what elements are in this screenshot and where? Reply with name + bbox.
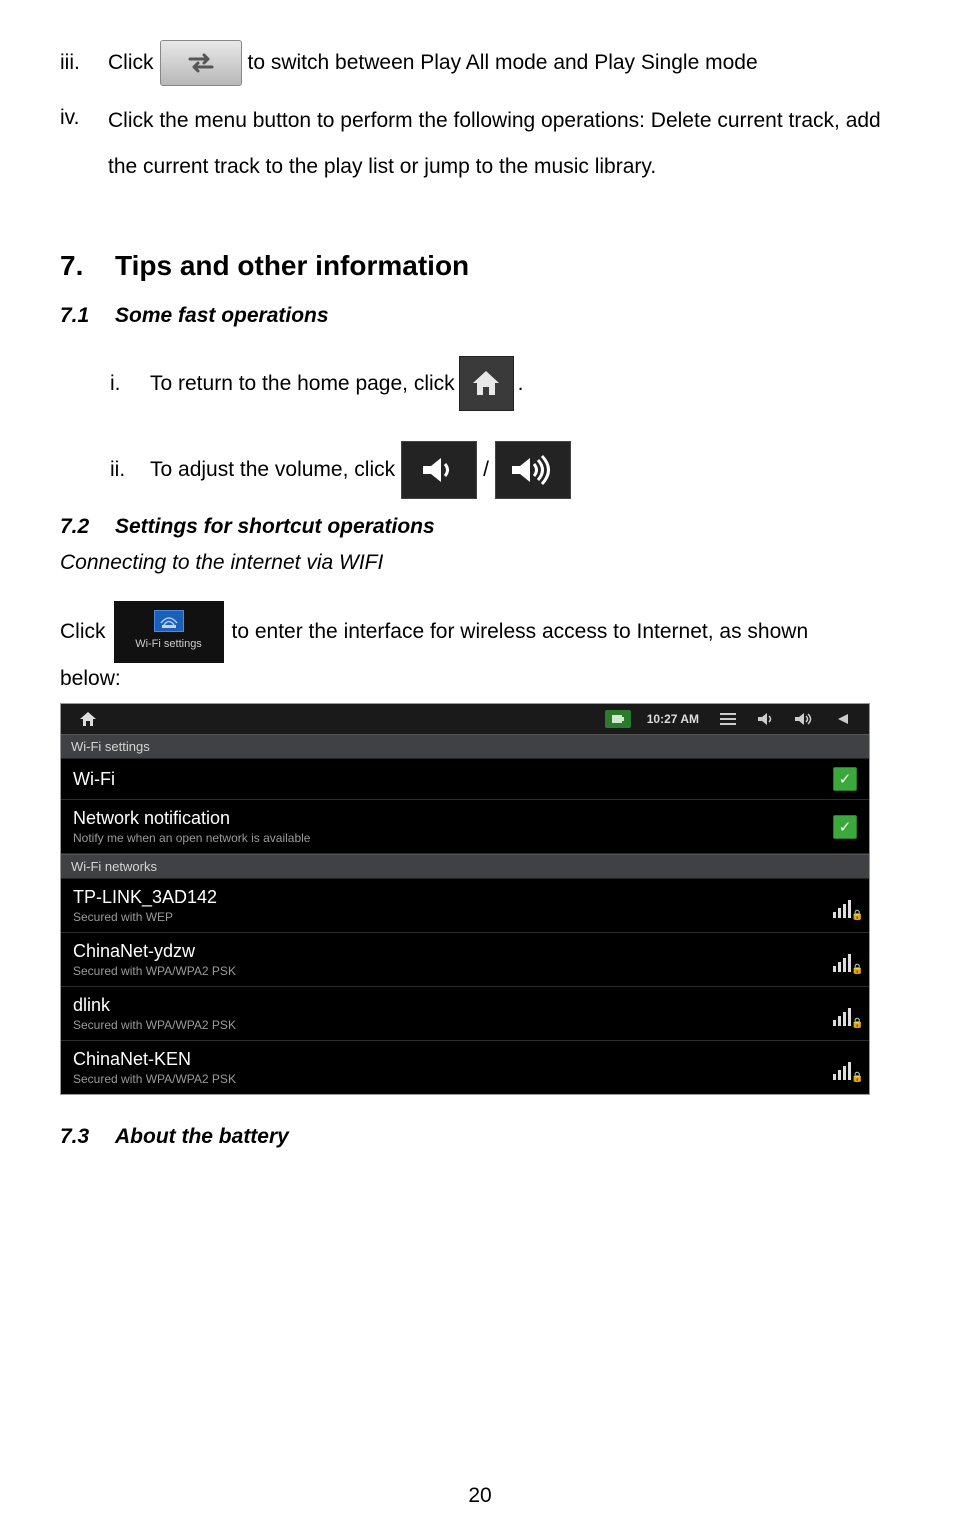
list-item-iii: iii. Click to switch between Play All mo… <box>60 40 900 86</box>
vol-up-icon <box>791 710 817 728</box>
list-item-iv: iv. Click the menu button to perform the… <box>60 98 900 200</box>
click-wifi-line: Click Wi-Fi settings to enter the interf… <box>60 601 900 663</box>
swap-mode-icon <box>160 40 242 86</box>
status-time: 10:27 AM <box>647 712 699 726</box>
heading-title: About the battery <box>115 1125 289 1149</box>
network-security: Secured with WEP <box>73 910 827 924</box>
status-bar: 10:27 AM <box>61 704 869 734</box>
checkbox-checked-icon[interactable]: ✓ <box>833 815 857 839</box>
heading-number: 7.2 <box>60 515 115 539</box>
text: Click <box>60 612 106 652</box>
heading-number: 7. <box>60 250 115 282</box>
heading-title: Some fast operations <box>115 304 329 328</box>
wifi-signal-lock-icon: 🔒 <box>827 948 857 972</box>
vol-down-icon <box>753 710 779 728</box>
list-item-ii: ii. To adjust the volume, click / <box>110 441 900 499</box>
text: To return to the home page, click <box>150 364 455 404</box>
text: below: <box>60 667 900 691</box>
heading-7-2: 7.2 Settings for shortcut operations <box>60 515 900 539</box>
heading-7-3: 7.3 About the battery <box>60 1125 900 1149</box>
list-numeral: i. <box>110 364 150 404</box>
text: . <box>518 364 524 404</box>
section-header-wifi-networks: Wi-Fi networks <box>61 854 869 879</box>
checkbox-checked-icon[interactable]: ✓ <box>833 767 857 791</box>
menu-icon <box>715 710 741 728</box>
list-numeral: ii. <box>110 450 150 490</box>
network-name: dlink <box>73 995 827 1016</box>
wifi-settings-label: Wi-Fi settings <box>135 634 202 655</box>
row-network-notification[interactable]: Network notification Notify me when an o… <box>61 800 869 854</box>
text: / <box>483 450 489 490</box>
wifi-settings-screenshot: 10:27 AM Wi-Fi settings Wi-Fi ✓ Network … <box>60 703 870 1095</box>
row-title: Wi-Fi <box>73 769 833 790</box>
network-name: TP-LINK_3AD142 <box>73 887 827 908</box>
wifi-settings-icon: Wi-Fi settings <box>114 601 224 663</box>
network-security: Secured with WPA/WPA2 PSK <box>73 964 827 978</box>
home-icon <box>75 710 101 728</box>
heading-title: Settings for shortcut operations <box>115 515 435 539</box>
text: to enter the interface for wireless acce… <box>232 612 809 652</box>
battery-icon <box>605 710 631 728</box>
wifi-signal-lock-icon: 🔒 <box>827 1056 857 1080</box>
list-numeral: iv. <box>60 98 108 138</box>
section-header-wifi-settings: Wi-Fi settings <box>61 734 869 759</box>
heading-7-1: 7.1 Some fast operations <box>60 304 900 328</box>
volume-down-icon <box>401 441 477 499</box>
row-network[interactable]: ChinaNet-ydzw Secured with WPA/WPA2 PSK … <box>61 933 869 987</box>
back-icon <box>829 710 855 728</box>
network-security: Secured with WPA/WPA2 PSK <box>73 1018 827 1032</box>
text: to switch between Play All mode and Play… <box>248 43 758 83</box>
row-network[interactable]: dlink Secured with WPA/WPA2 PSK 🔒 <box>61 987 869 1041</box>
row-network[interactable]: TP-LINK_3AD142 Secured with WEP 🔒 <box>61 879 869 933</box>
text: To adjust the volume, click <box>150 450 395 490</box>
volume-up-icon <box>495 441 571 499</box>
home-icon <box>459 356 514 411</box>
network-name: ChinaNet-ydzw <box>73 941 827 962</box>
row-title: Network notification <box>73 808 833 829</box>
text: Click <box>108 43 154 83</box>
heading-number: 7.3 <box>60 1125 115 1149</box>
text: Click the menu button to perform the fol… <box>108 98 900 190</box>
list-numeral: iii. <box>60 43 108 83</box>
row-wifi-toggle[interactable]: Wi-Fi ✓ <box>61 759 869 800</box>
heading-7: 7. Tips and other information <box>60 250 900 282</box>
page-number: 20 <box>0 1484 960 1508</box>
row-subtitle: Notify me when an open network is availa… <box>73 831 833 845</box>
heading-title: Tips and other information <box>115 250 469 282</box>
network-security: Secured with WPA/WPA2 PSK <box>73 1072 827 1086</box>
wifi-signal-lock-icon: 🔒 <box>827 1002 857 1026</box>
list-item-i: i. To return to the home page, click . <box>110 356 900 411</box>
heading-number: 7.1 <box>60 304 115 328</box>
wifi-signal-lock-icon: 🔒 <box>827 894 857 918</box>
row-network[interactable]: ChinaNet-KEN Secured with WPA/WPA2 PSK 🔒 <box>61 1041 869 1094</box>
subheading-connecting: Connecting to the internet via WIFI <box>60 551 900 575</box>
network-name: ChinaNet-KEN <box>73 1049 827 1070</box>
